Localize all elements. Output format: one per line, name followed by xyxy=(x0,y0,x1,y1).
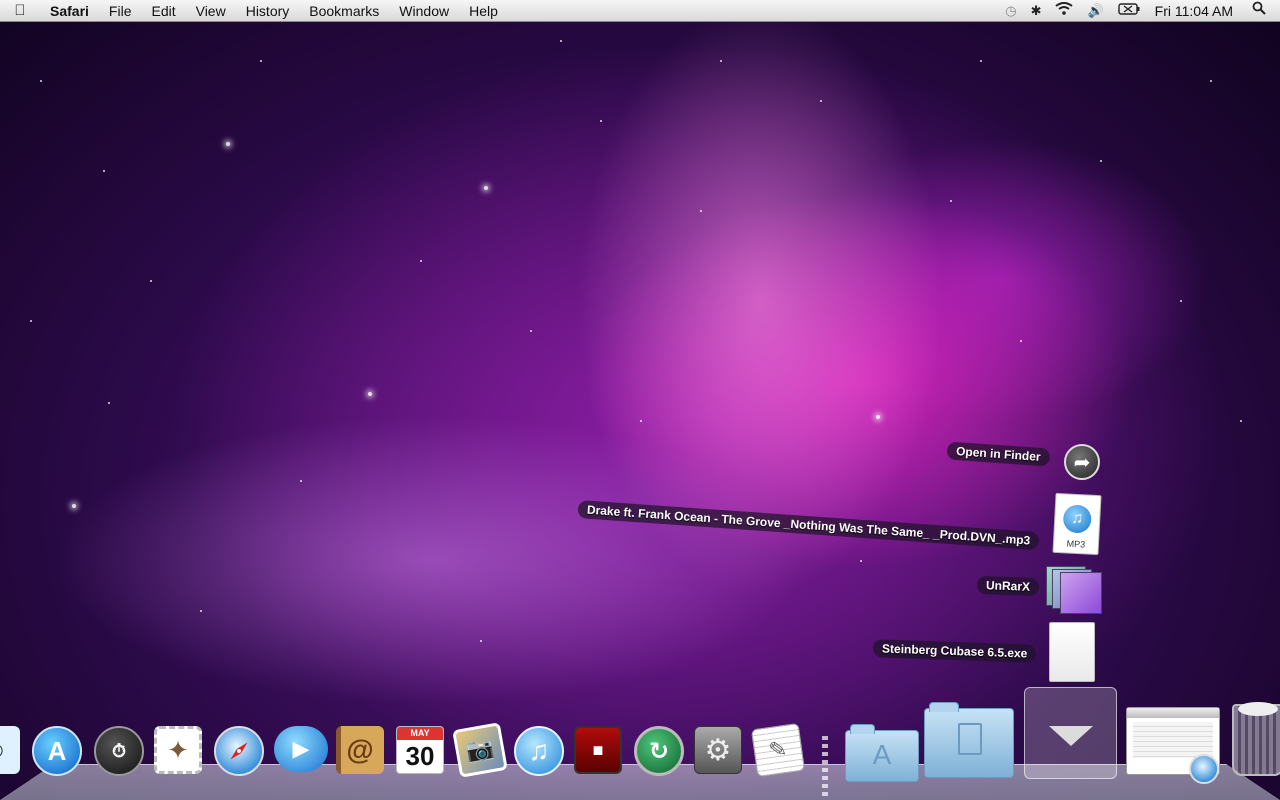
star xyxy=(700,210,702,212)
star xyxy=(150,280,152,282)
star xyxy=(108,402,110,404)
mail-stamp-icon: ✦ xyxy=(154,726,202,774)
app-store-icon: A xyxy=(32,726,82,776)
menu-help[interactable]: Help xyxy=(459,0,508,22)
facetime-icon: ▶ xyxy=(274,726,328,772)
dashboard-icon: ⏱ xyxy=(94,726,144,776)
star xyxy=(640,420,642,422)
ical-day: 30 xyxy=(405,741,435,771)
dock-safari[interactable] xyxy=(214,726,266,778)
star xyxy=(980,60,982,62)
star xyxy=(103,170,105,172)
star xyxy=(480,640,482,642)
star xyxy=(226,142,230,146)
star xyxy=(600,120,602,122)
front-row-icon: ■ xyxy=(574,726,622,774)
dock-separator xyxy=(822,736,828,800)
dock-iphoto[interactable]: 📷 xyxy=(452,722,508,778)
star xyxy=(1020,340,1022,342)
ical-icon: MAY 30 xyxy=(396,726,444,774)
dock-textedit[interactable]: ✎ xyxy=(750,722,806,778)
star xyxy=(876,415,880,419)
dock-address-book[interactable]: @ xyxy=(336,726,388,778)
star xyxy=(420,260,422,262)
menu-bookmarks[interactable]: Bookmarks xyxy=(299,0,389,22)
apple-menu-icon[interactable]:  xyxy=(0,2,40,19)
music-note-icon: ♫ xyxy=(1062,504,1092,534)
star xyxy=(200,610,202,612)
chevron-down-icon xyxy=(1049,726,1093,746)
menu-view[interactable]: View xyxy=(186,0,236,22)
star xyxy=(560,40,562,42)
iphoto-icon: 📷 xyxy=(452,722,508,778)
menu-file[interactable]: File xyxy=(99,0,142,22)
dock-dashboard[interactable]: ⏱ xyxy=(94,726,146,778)
menu-bar:  Safari File Edit View History Bookmark… xyxy=(0,0,1280,22)
menu-edit[interactable]: Edit xyxy=(141,0,185,22)
star xyxy=(1100,160,1102,162)
menu-window[interactable]: Window xyxy=(389,0,459,22)
downloads-stack-highlight[interactable] xyxy=(1024,687,1117,779)
star xyxy=(1180,300,1182,302)
dock-ical[interactable]: MAY 30 xyxy=(396,726,448,778)
dock-facetime[interactable]: ▶ xyxy=(274,726,328,778)
spotlight-icon[interactable] xyxy=(1245,0,1280,22)
open-in-finder-arrow-icon[interactable]: ➦ xyxy=(1064,444,1100,480)
dock-itunes[interactable]: ♫ xyxy=(514,726,566,778)
bluetooth-icon[interactable]: ✱ xyxy=(1024,0,1049,22)
star xyxy=(1240,420,1242,422)
window-content-thumb xyxy=(1133,722,1213,758)
system-preferences-gear-icon: ⚙ xyxy=(694,726,742,774)
menu-app-name[interactable]: Safari xyxy=(40,0,99,22)
documents-folder-icon[interactable] xyxy=(924,702,1014,778)
minimized-safari-window[interactable] xyxy=(1126,707,1220,784)
time-machine-dock-icon: ↻ xyxy=(634,726,684,776)
textedit-icon: ✎ xyxy=(750,722,806,778)
document-glyph-icon xyxy=(958,723,982,755)
star xyxy=(1210,80,1212,82)
dock-time-machine[interactable]: ↻ xyxy=(634,726,686,778)
safari-compass-icon xyxy=(214,726,264,776)
itunes-icon: ♫ xyxy=(514,726,564,776)
star xyxy=(484,186,488,190)
star xyxy=(30,320,32,322)
star xyxy=(300,480,302,482)
ical-month: MAY xyxy=(397,727,443,740)
unrarx-icon[interactable] xyxy=(1046,566,1102,614)
dock: ☺ A ⏱ ✦ ▶ @ MAY 30 📷 ♫ ■ ↻ ⚙ xyxy=(0,687,1280,800)
dock-front-row[interactable]: ■ xyxy=(574,726,626,778)
battery-icon[interactable] xyxy=(1111,0,1147,22)
menu-history[interactable]: History xyxy=(236,0,300,22)
star xyxy=(40,80,42,82)
star xyxy=(720,60,722,62)
star xyxy=(820,100,822,102)
app-store-letter-icon: A xyxy=(872,739,892,770)
star xyxy=(860,560,862,562)
star xyxy=(530,330,532,332)
dock-app-store[interactable]: A xyxy=(32,726,84,778)
volume-icon[interactable]: 🔊 xyxy=(1080,0,1110,22)
applications-folder-icon[interactable]: A xyxy=(845,724,919,782)
mp3-file-icon[interactable]: ♫ MP3 xyxy=(1052,492,1102,556)
trash-icon[interactable] xyxy=(1232,702,1280,776)
mp3-badge: MP3 xyxy=(1066,538,1086,550)
dock-finder[interactable]: ☺ xyxy=(0,726,24,778)
star xyxy=(368,392,372,396)
star xyxy=(260,60,262,62)
window-titlebar xyxy=(1127,708,1219,718)
exe-file-icon[interactable] xyxy=(1049,622,1095,682)
dock-system-preferences[interactable]: ⚙ xyxy=(694,726,746,778)
status-area: ◷ ✱ 🔊 Fri 11:04 AM xyxy=(998,0,1280,22)
star xyxy=(72,504,76,508)
address-book-icon: @ xyxy=(336,726,384,774)
trash-paper xyxy=(1238,702,1278,716)
wifi-icon[interactable] xyxy=(1048,0,1080,22)
star xyxy=(950,200,952,202)
finder-icon: ☺ xyxy=(0,726,20,774)
time-machine-icon[interactable]: ◷ xyxy=(998,0,1023,22)
dock-mail[interactable]: ✦ xyxy=(154,726,206,778)
stack-item-label-unrarx[interactable]: UnRarX xyxy=(976,575,1040,597)
safari-badge-icon xyxy=(1189,754,1219,784)
menu-clock[interactable]: Fri 11:04 AM xyxy=(1147,3,1245,19)
